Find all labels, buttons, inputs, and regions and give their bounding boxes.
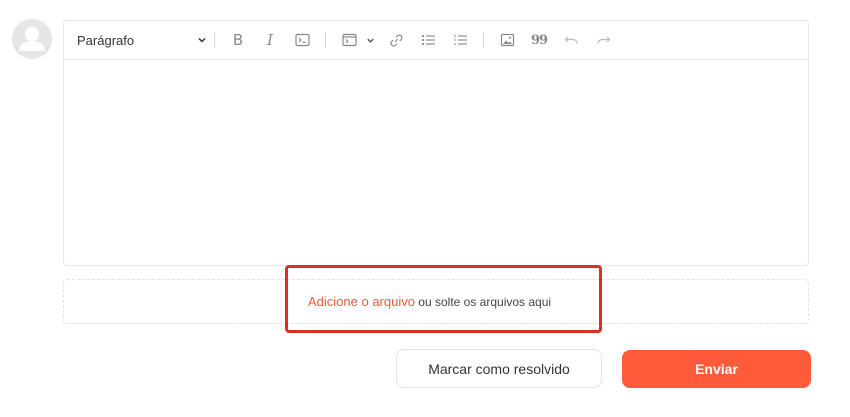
image-button[interactable] xyxy=(496,28,518,52)
code-button[interactable] xyxy=(291,28,313,52)
bulleted-list-icon xyxy=(421,34,435,46)
redo-button[interactable] xyxy=(592,28,614,52)
dropzone-hint: ou solte os arquivos aqui xyxy=(414,295,552,309)
link-button[interactable] xyxy=(385,28,407,52)
undo-icon xyxy=(564,36,578,44)
avatar xyxy=(12,19,52,59)
image-icon xyxy=(500,33,514,47)
bulleted-list-button[interactable] xyxy=(417,28,439,52)
paragraph-style-label: Parágrafo xyxy=(77,32,135,48)
numbered-list-icon xyxy=(454,34,467,46)
toolbar-divider xyxy=(483,32,484,48)
rich-text-editor: Parágrafo B I 99 xyxy=(63,20,809,266)
quote-icon: 99 xyxy=(530,32,548,48)
send-button[interactable]: Enviar xyxy=(622,350,811,388)
italic-icon: I xyxy=(267,31,273,49)
reply-composer: Parágrafo B I 99 Adicione o arquivo ou s… xyxy=(0,0,850,417)
mark-resolved-button[interactable]: Marcar como resolvido xyxy=(396,349,602,388)
link-icon xyxy=(389,33,403,47)
code-block-button[interactable] xyxy=(338,28,360,52)
toolbar-divider xyxy=(214,32,215,48)
editor-toolbar: Parágrafo B I 99 xyxy=(64,21,808,60)
bold-icon: B xyxy=(232,31,244,49)
chevron-down-icon xyxy=(366,38,374,43)
add-file-link[interactable]: Adicione o arquivo xyxy=(308,294,415,309)
dropzone-text: Adicione o arquivo ou solte os arquivos … xyxy=(308,294,551,309)
chevron-down-icon xyxy=(198,37,206,43)
user-placeholder-icon xyxy=(19,27,45,51)
code-block-dropdown[interactable] xyxy=(365,28,375,52)
redo-icon xyxy=(596,36,610,44)
code-icon xyxy=(294,33,310,47)
toolbar-divider xyxy=(325,32,326,48)
quote-button[interactable]: 99 xyxy=(528,28,550,52)
editor-content-area[interactable] xyxy=(64,60,808,265)
bold-button[interactable]: B xyxy=(227,28,249,52)
undo-button[interactable] xyxy=(560,28,582,52)
italic-button[interactable]: I xyxy=(259,28,281,52)
numbered-list-button[interactable] xyxy=(449,28,471,52)
paragraph-style-select[interactable]: Parágrafo xyxy=(77,28,207,52)
code-block-icon xyxy=(341,33,357,47)
